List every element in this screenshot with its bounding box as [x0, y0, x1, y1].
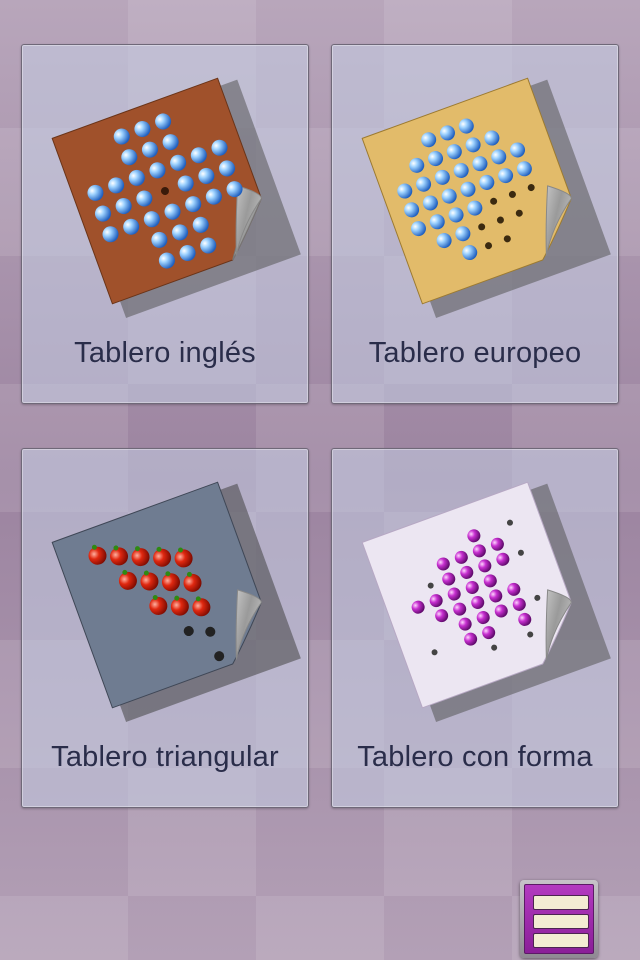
- menu-bar-bottom: [533, 933, 589, 948]
- triangular-board-label: Tablero triangular: [51, 741, 279, 773]
- english-board-label: Tablero inglés: [74, 337, 256, 369]
- european-board-card[interactable]: Tablero europeo: [331, 44, 619, 404]
- menu-icon: [524, 884, 594, 954]
- english-board-card[interactable]: Tablero inglés: [21, 44, 309, 404]
- european-board-thumbnail: [361, 77, 611, 318]
- menu-bar-middle: [533, 914, 589, 929]
- menu-bar-top: [533, 895, 589, 910]
- triangular-board-thumbnail: [51, 481, 301, 722]
- shaped-board-card[interactable]: Tablero con forma: [331, 448, 619, 808]
- english-board-thumbnail: [51, 77, 301, 318]
- menu-button[interactable]: [520, 880, 598, 958]
- shaped-board-label: Tablero con forma: [357, 741, 593, 773]
- european-board-label: Tablero europeo: [368, 337, 582, 369]
- shaped-board-thumbnail: [361, 481, 611, 722]
- triangular-board-card[interactable]: Tablero triangular: [21, 448, 309, 808]
